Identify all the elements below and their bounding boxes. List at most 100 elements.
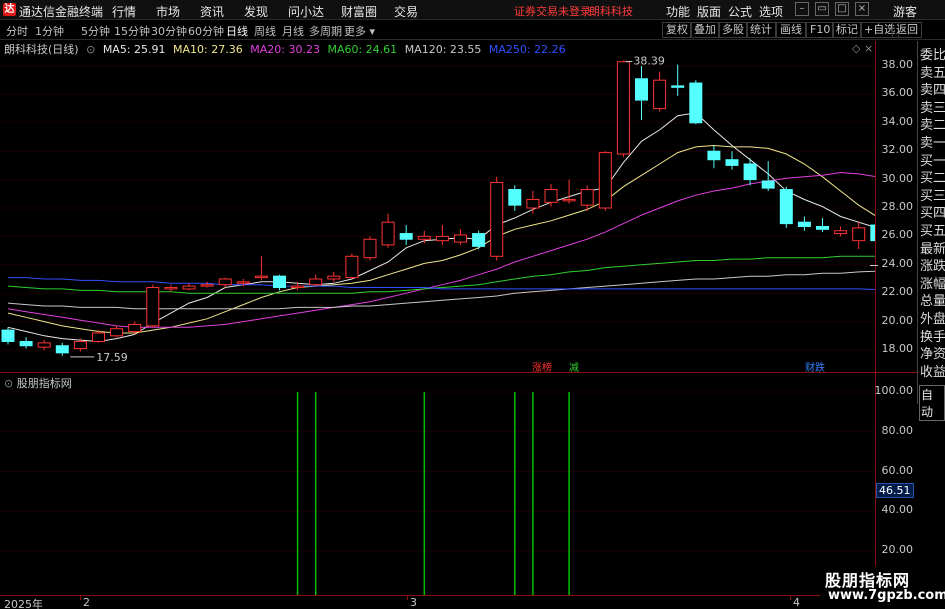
- ma-line-ma120: [7, 270, 875, 310]
- adjust-button[interactable]: 复权: [662, 22, 692, 38]
- indicator-tick: 80.00: [881, 423, 914, 437]
- menu-market[interactable]: 市场: [156, 3, 180, 20]
- candle-body: [852, 227, 866, 242]
- low-price-label: 17.59: [96, 351, 128, 364]
- menu-discover[interactable]: 发现: [244, 3, 268, 20]
- menu-quotes[interactable]: 行情: [112, 3, 136, 20]
- f10-button[interactable]: F10: [806, 22, 835, 38]
- side-item[interactable]: 涨幅: [920, 273, 945, 292]
- period-5min[interactable]: 5分钟: [81, 23, 110, 39]
- price-tick: 18.00: [881, 342, 914, 355]
- side-item[interactable]: 最新: [920, 238, 945, 257]
- period-multi[interactable]: 多周期: [309, 23, 342, 39]
- side-item[interactable]: 收益: [920, 361, 945, 380]
- time-label-apr: 4: [793, 596, 800, 609]
- side-item[interactable]: 净资: [920, 343, 945, 362]
- back-button[interactable]: 返回: [892, 22, 922, 38]
- indicator-current-value: 46.51: [876, 483, 914, 498]
- indicator-title-wrap: ⊙ 股朋指标网: [4, 375, 72, 391]
- menu-news[interactable]: 资讯: [200, 3, 224, 20]
- expand-icon[interactable]: ⊙: [86, 43, 95, 56]
- menu-wealth-circle[interactable]: 财富圈: [341, 3, 377, 20]
- login-notice[interactable]: 证券交易未登录: [514, 3, 591, 19]
- main-kline-chart[interactable]: 38.39 17.59 朗科科技(日线) ⊙ MA5: 25.91 MA10: 2…: [0, 41, 875, 374]
- candle-body: [1, 329, 15, 342]
- indicator-title: 股朋指标网: [16, 377, 72, 390]
- multi-stock-button[interactable]: 多股: [718, 22, 748, 38]
- side-item[interactable]: 卖三: [920, 97, 945, 116]
- menu-options[interactable]: 选项: [759, 3, 783, 20]
- side-item[interactable]: 买五: [920, 220, 945, 239]
- minimize-icon[interactable]: –: [795, 2, 809, 16]
- candle-body: [164, 287, 178, 290]
- candle-body: [508, 189, 522, 206]
- side-item[interactable]: 卖一: [920, 132, 945, 151]
- candle-body: [327, 275, 341, 280]
- chart-title: 朗科科技(日线): [4, 43, 79, 56]
- time-label-feb: 2: [83, 596, 90, 609]
- ma10-label: MA10: 27.36: [173, 43, 243, 56]
- period-more[interactable]: 更多 ▾: [344, 23, 375, 39]
- side-item[interactable]: 买四: [920, 202, 945, 221]
- candle-body: [435, 235, 449, 242]
- candle-body: [544, 189, 558, 203]
- candle-body: [580, 189, 594, 206]
- app-title: 通达信金融终端: [19, 5, 104, 19]
- draw-line-button[interactable]: 画线: [776, 22, 806, 38]
- maximize-icon[interactable]: □: [835, 2, 849, 16]
- menu-trade[interactable]: 交易: [394, 3, 418, 20]
- menu-ask-xiaoda[interactable]: 问小达: [288, 3, 324, 20]
- guest-label[interactable]: 游客: [893, 3, 917, 20]
- mark-button[interactable]: 标记: [832, 22, 862, 38]
- side-item[interactable]: 卖五: [920, 62, 945, 81]
- candle-body: [653, 79, 667, 110]
- side-item[interactable]: 总量: [920, 290, 945, 309]
- price-axis: 38.00 36.00 34.00 32.00 30.00 28.00 26.00 24.00…: [870, 41, 917, 372]
- side-item[interactable]: 外盘: [920, 308, 945, 327]
- indicator-chart[interactable]: ⊙ 股朋指标网: [0, 373, 875, 595]
- period-30min[interactable]: 30分钟: [151, 23, 187, 39]
- ma5-label: MA5: 25.91: [102, 43, 166, 56]
- app-logo-icon: 达: [3, 3, 16, 16]
- period-monthly[interactable]: 月线: [282, 23, 304, 39]
- side-item[interactable]: 涨跌: [920, 255, 945, 274]
- candle-body: [689, 82, 703, 124]
- menu-layout[interactable]: 版面: [697, 3, 721, 20]
- side-item[interactable]: 委比: [920, 44, 945, 63]
- candle-body: [182, 285, 196, 290]
- menu-formula[interactable]: 公式: [728, 3, 752, 20]
- side-item[interactable]: 卖二: [920, 114, 945, 133]
- side-item[interactable]: 换手: [920, 326, 945, 345]
- period-timeshare[interactable]: 分时: [6, 23, 28, 39]
- period-daily[interactable]: 日线: [226, 23, 248, 39]
- side-item[interactable]: 卖四: [920, 79, 945, 98]
- price-tick: 20.00: [881, 313, 914, 327]
- period-weekly[interactable]: 周线: [254, 23, 276, 39]
- restore-icon[interactable]: ▭: [815, 2, 829, 16]
- candle-body: [363, 238, 377, 259]
- indicator-tick: 100.00: [874, 384, 914, 397]
- auto-toggle-button[interactable]: 自动: [919, 385, 945, 421]
- current-price-marker: [870, 264, 878, 266]
- candle-body: [761, 180, 775, 189]
- menu-functions[interactable]: 功能: [666, 3, 690, 20]
- side-item[interactable]: 买二: [920, 167, 945, 186]
- candle-body: [707, 150, 721, 161]
- overlay-button[interactable]: 叠加: [690, 22, 720, 38]
- close-icon[interactable]: ×: [855, 2, 869, 16]
- close-chart-icon[interactable]: ×: [864, 42, 873, 55]
- period-15min[interactable]: 15分钟: [114, 23, 150, 39]
- side-item[interactable]: 买一: [920, 150, 945, 169]
- period-60min[interactable]: 60分钟: [188, 23, 224, 39]
- period-1min[interactable]: 1分钟: [35, 23, 64, 39]
- settings-icon[interactable]: ◇: [852, 42, 860, 55]
- ma60-label: MA60: 24.61: [327, 43, 398, 56]
- ma250-label: MA250: 22.26: [488, 43, 566, 56]
- statistics-button[interactable]: 统计: [746, 22, 776, 38]
- candle-body: [236, 281, 250, 284]
- indicator-expand-icon[interactable]: ⊙: [4, 377, 13, 390]
- ma-line-ma20: [7, 171, 875, 328]
- candle-body: [490, 181, 504, 257]
- side-item[interactable]: 买三: [920, 185, 945, 204]
- candle-body: [472, 233, 486, 247]
